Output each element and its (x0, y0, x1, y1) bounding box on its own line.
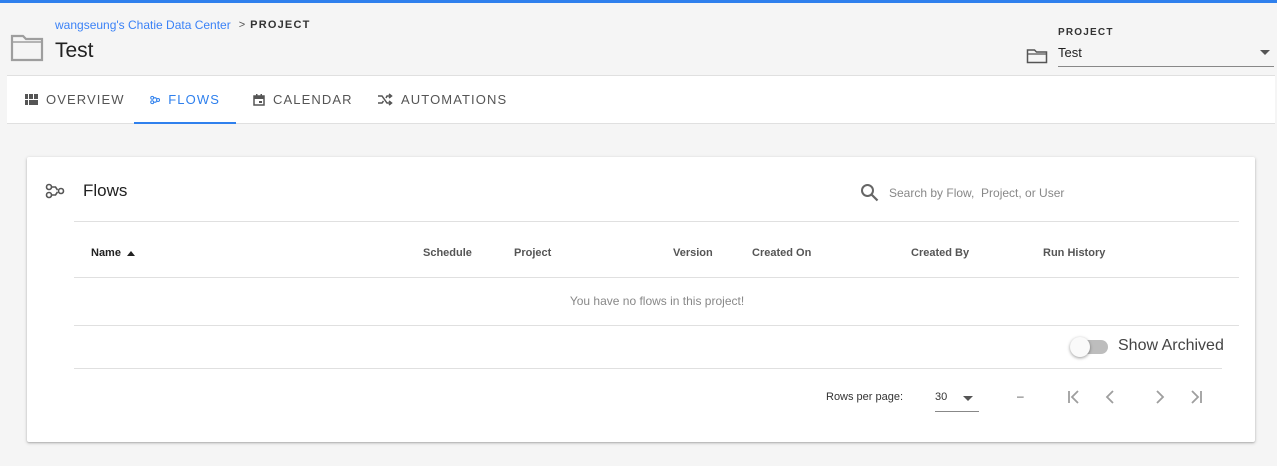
divider (74, 221, 1239, 222)
project-select-label: PROJECT (1058, 27, 1114, 38)
select-underline (935, 411, 979, 412)
first-page-icon[interactable] (1065, 388, 1083, 406)
divider (74, 277, 1239, 278)
search-icon (861, 184, 879, 202)
tab-automations-label: AUTOMATIONS (401, 92, 508, 107)
page-title: Test (55, 39, 94, 62)
column-header-project: Project (514, 247, 552, 259)
search-input[interactable] (887, 184, 1221, 201)
page-header: wangseung's Chatie Data Center > PROJECT… (0, 3, 1277, 75)
tab-calendar[interactable]: CALENDAR (253, 76, 353, 123)
tab-overview-label: OVERVIEW (46, 92, 125, 107)
folder-icon (1026, 49, 1048, 64)
dashboard-icon (25, 94, 38, 105)
chevron-right-icon: > (238, 19, 246, 31)
flows-icon (150, 95, 161, 104)
shuffle-icon (378, 93, 393, 106)
card-title: Flows (83, 181, 128, 200)
divider (74, 325, 1239, 326)
active-tab-indicator (134, 122, 236, 124)
project-select-value: Test (1058, 45, 1082, 60)
breadcrumb: wangseung's Chatie Data Center > PROJECT (55, 18, 311, 32)
toggle-thumb (1070, 337, 1090, 357)
folder-icon (10, 34, 44, 62)
dropdown-arrow-icon (963, 396, 973, 401)
flow-search (860, 183, 1221, 202)
tab-flows[interactable]: FLOWS (134, 76, 236, 124)
tab-calendar-label: CALENDAR (273, 92, 353, 107)
rows-per-page-select[interactable]: 30 (935, 383, 979, 413)
rows-per-page-value: 30 (935, 391, 948, 403)
rows-per-page-label: Rows per page: (826, 391, 904, 403)
project-select[interactable]: PROJECT Test (1026, 25, 1274, 70)
column-header-schedule: Schedule (423, 247, 472, 259)
breadcrumb-team-link[interactable]: wangseung's Chatie Data Center (55, 18, 231, 32)
column-header-name[interactable]: Name (91, 247, 135, 259)
previous-page-icon[interactable] (1101, 388, 1119, 406)
last-page-icon[interactable] (1187, 388, 1205, 406)
column-header-created-on: Created On (752, 247, 812, 259)
project-select-underline (1058, 66, 1274, 67)
column-header-created-by: Created By (911, 247, 970, 259)
pagination-range: – (1017, 389, 1024, 403)
calendar-icon (253, 93, 265, 106)
breadcrumb-current: PROJECT (250, 19, 311, 31)
next-page-icon[interactable] (1151, 388, 1169, 406)
tab-automations[interactable]: AUTOMATIONS (377, 76, 507, 123)
column-header-version: Version (673, 247, 713, 259)
column-header-label: Name (91, 247, 121, 259)
show-archived-label: Show Archived (1118, 337, 1224, 354)
flows-icon (45, 183, 65, 199)
sort-ascending-icon (126, 250, 135, 256)
flows-card: Flows Name Schedule Project Version Crea… (27, 157, 1255, 442)
show-archived-toggle[interactable] (1070, 337, 1110, 357)
tab-overview[interactable]: OVERVIEW (25, 76, 125, 123)
project-tabs: OVERVIEW FLOWS CALENDAR AUTOMATIONS (7, 75, 1275, 124)
empty-state-message: You have no flows in this project! (569, 294, 745, 308)
column-header-run-history: Run History (1043, 247, 1106, 259)
tab-flows-label: FLOWS (168, 92, 220, 107)
divider (74, 368, 1222, 369)
dropdown-arrow-icon[interactable] (1260, 50, 1270, 55)
